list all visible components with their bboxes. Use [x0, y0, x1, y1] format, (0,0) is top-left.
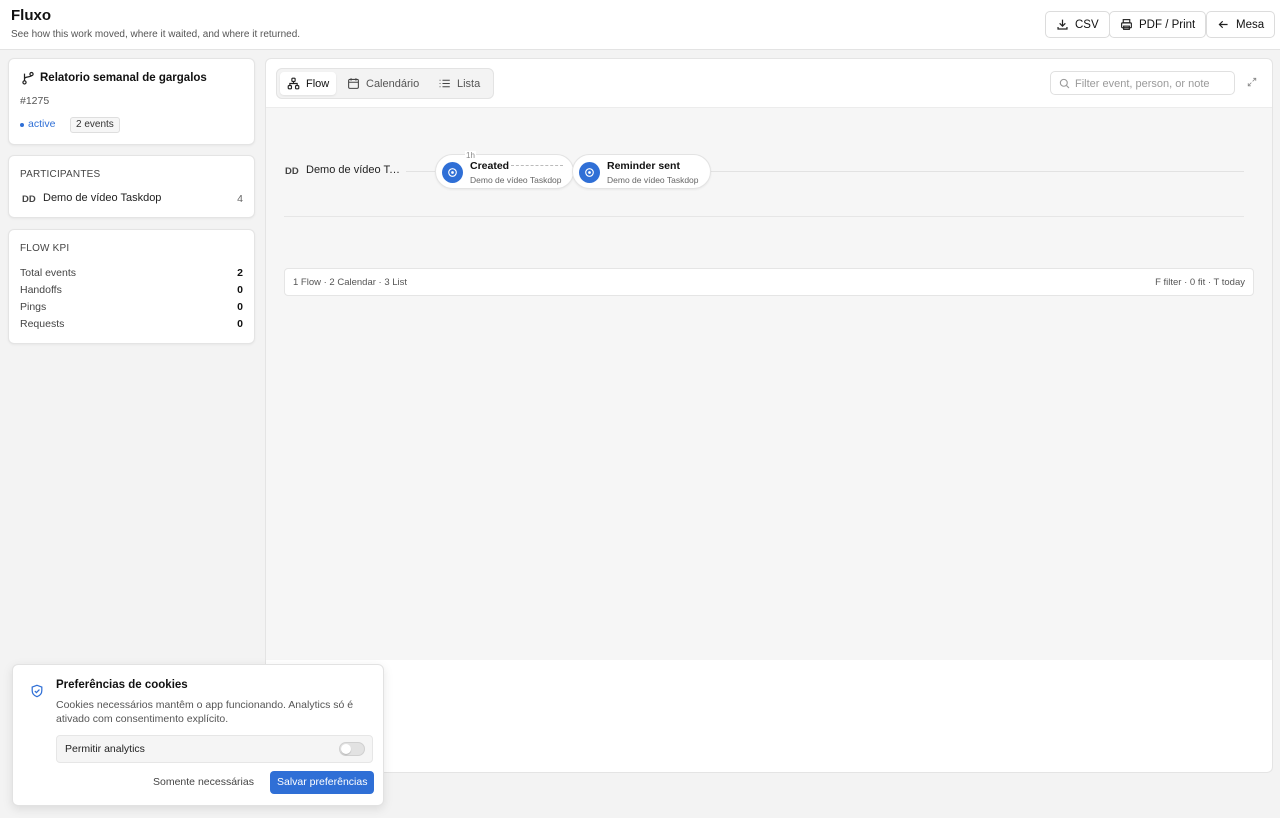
lane-avatar: DD: [285, 166, 299, 177]
status-label: active: [28, 118, 56, 130]
shortcut-statusbar: 1 Flow · 2 Calendar · 3 List F filter · …: [284, 268, 1254, 296]
participant-event-count: 4: [237, 193, 243, 205]
kpi-value: 0: [237, 301, 243, 313]
kpi-row: Requests 0: [20, 318, 243, 330]
necessary-only-button[interactable]: Somente necessárias: [153, 776, 254, 788]
list-icon: [439, 79, 450, 88]
arrow-left-icon: [1218, 20, 1228, 29]
tab-flow[interactable]: Flow: [280, 72, 337, 95]
shield-check-icon: [31, 684, 43, 698]
event-title: Reminder sent: [607, 160, 680, 172]
back-to-mesa-button[interactable]: Mesa: [1206, 11, 1276, 38]
flow-canvas: DD Demo de vídeo Taskdop Created Demo de…: [266, 108, 1272, 660]
kpi-label: Total events: [20, 267, 77, 279]
participant-name[interactable]: Demo de vídeo Taskdop: [43, 192, 161, 204]
csv-label: CSV: [1075, 18, 1099, 31]
print-label: PDF / Print: [1139, 18, 1196, 31]
expand-icon[interactable]: [1247, 77, 1257, 87]
participants-card: PARTICIPANTES DD Demo de vídeo Taskdop 4: [8, 155, 255, 218]
task-id: #1275: [20, 95, 50, 107]
kpi-label: Handoffs: [20, 284, 62, 296]
analytics-toggle[interactable]: [339, 742, 365, 756]
analytics-toggle-label: Permitir analytics: [65, 743, 145, 755]
csv-export-button[interactable]: CSV: [1045, 11, 1110, 38]
kpi-row: Pings 0: [20, 301, 243, 313]
participant-avatar: DD: [22, 194, 36, 205]
event-dot: [442, 162, 463, 183]
events-count-badge: 2 events: [70, 117, 120, 133]
kpi-value: 0: [237, 284, 243, 296]
view-switcher: Flow Calendário Lista: [276, 68, 494, 99]
kpi-label: Pings: [20, 301, 47, 313]
task-summary-card: Relatorio semanal de gargalos #1275 acti…: [8, 58, 255, 145]
top-header: Fluxo See how this work moved, where it …: [0, 0, 1280, 50]
cookie-description: Cookies necessários mantêm o app funcion…: [56, 699, 354, 725]
lane-divider: [284, 216, 1244, 217]
event-node-reminder[interactable]: Reminder sent Demo de vídeo Taskdop: [572, 154, 711, 189]
circle-dot-icon: [585, 168, 594, 177]
page-subtitle: See how this work moved, where it waited…: [11, 29, 301, 40]
task-title: Relatorio semanal de gargalos: [40, 72, 207, 84]
tab-list[interactable]: Lista: [431, 72, 487, 95]
back-label: Mesa: [1236, 18, 1265, 31]
filter-input[interactable]: [1075, 75, 1230, 92]
kpi-value: 0: [237, 318, 243, 330]
event-node-created[interactable]: Created Demo de vídeo Taskdop: [435, 154, 574, 189]
wait-gap-line: [511, 165, 563, 166]
status-dot: [20, 123, 24, 127]
analytics-toggle-row: Permitir analytics: [56, 735, 373, 763]
kpi-row: Total events 2: [20, 267, 243, 279]
tab-calendar[interactable]: Calendário: [340, 72, 426, 95]
kpi-value: 2: [237, 267, 243, 279]
tab-list-label: Lista: [457, 77, 481, 90]
flow-icon: [287, 77, 300, 90]
flow-kpi-card: FLOW KPI Total events 2 Handoffs 0 Pings…: [8, 229, 255, 344]
save-preferences-button[interactable]: Salvar preferências: [270, 771, 375, 794]
wait-gap-label: 1h: [465, 151, 476, 160]
panel-toolbar: Flow Calendário Lista: [266, 59, 1272, 108]
action-shortcuts: F filter · 0 fit · T today: [1155, 277, 1245, 288]
event-dot: [579, 162, 600, 183]
page-title: Fluxo: [11, 7, 51, 24]
print-button[interactable]: PDF / Print: [1109, 11, 1207, 38]
cookie-preferences-dialog: Preferências de cookies Cookies necessár…: [12, 664, 384, 806]
event-actor: Demo de vídeo Taskdop: [470, 175, 562, 185]
branch-icon: [22, 71, 34, 85]
view-shortcuts: 1 Flow · 2 Calendar · 3 List: [293, 277, 408, 288]
tab-calendar-label: Calendário: [366, 77, 420, 90]
calendar-icon: [348, 78, 359, 89]
tab-flow-label: Flow: [306, 77, 330, 90]
kpi-row: Handoffs 0: [20, 284, 243, 296]
event-title: Created: [470, 160, 510, 172]
circle-dot-icon: [448, 168, 457, 177]
lane-name: Demo de vídeo Taskdop: [306, 164, 402, 176]
event-actor: Demo de vídeo Taskdop: [607, 175, 699, 185]
search-icon: [1059, 78, 1070, 89]
filter-search: [1050, 71, 1235, 95]
printer-icon: [1121, 19, 1132, 30]
kpi-label: Requests: [20, 318, 65, 330]
kpi-heading: FLOW KPI: [20, 243, 70, 254]
flow-panel: Flow Calendário Lista DD Demo de vídeo T…: [265, 58, 1273, 773]
download-icon: [1057, 19, 1068, 30]
participants-heading: PARTICIPANTES: [20, 169, 101, 180]
cookie-title: Preferências de cookies: [56, 679, 188, 691]
